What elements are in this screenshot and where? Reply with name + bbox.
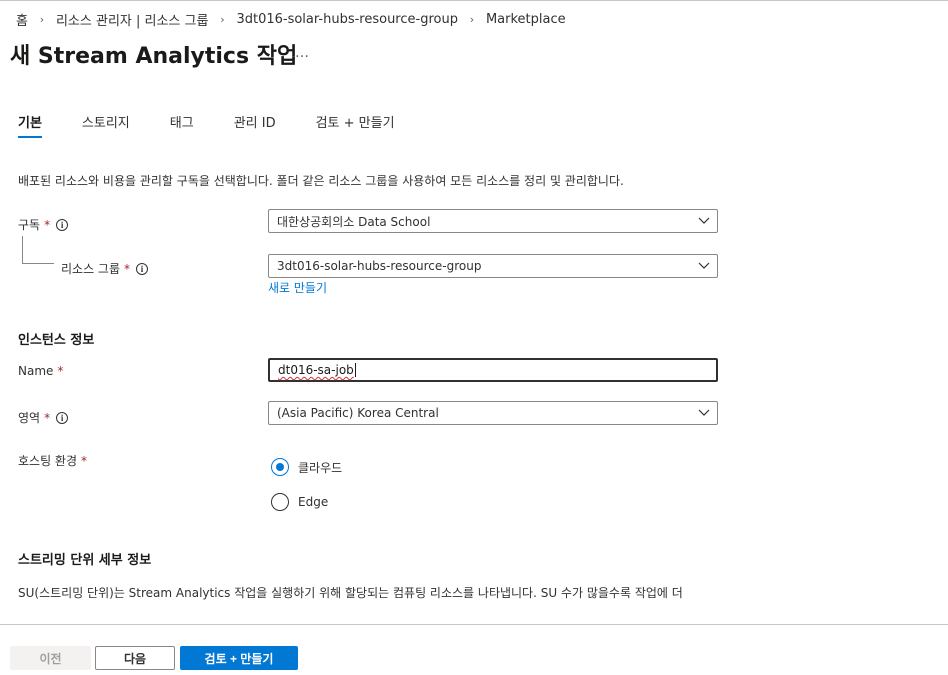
breadcrumb: 홈 › 리소스 관리자 | 리소스 그룹 › 3dt016-solar-hubs… <box>16 10 566 29</box>
breadcrumb-resource-groups[interactable]: 리소스 관리자 | 리소스 그룹 <box>56 10 208 29</box>
radio-button[interactable] <box>271 493 289 511</box>
chevron-right-icon: › <box>469 12 475 26</box>
subscription-dropdown[interactable]: 대한상공회의소 Data School <box>268 209 718 233</box>
resource-group-label-text: 리소스 그룹 <box>61 262 121 276</box>
required-marker: * <box>44 410 51 425</box>
text-caret <box>354 363 356 377</box>
hosting-option-cloud[interactable]: 클라우드 <box>271 458 342 476</box>
breadcrumb-home[interactable]: 홈 <box>16 10 28 29</box>
radio-button-selected[interactable] <box>271 458 289 476</box>
review-create-button[interactable]: 검토 + 만들기 <box>180 646 298 670</box>
streaming-description-overflow <box>18 600 718 607</box>
name-label-text: Name <box>18 364 54 378</box>
required-marker: * <box>81 453 88 468</box>
job-name-value: dt016-sa-job <box>278 363 354 377</box>
subscription-value: 대한상공회의소 Data School <box>277 214 431 229</box>
hosting-option-edge[interactable]: Edge <box>271 493 328 511</box>
region-label-text: 영역 <box>18 411 41 425</box>
next-button[interactable]: 다음 <box>95 646 175 670</box>
chevron-right-icon: › <box>39 12 45 26</box>
required-marker: * <box>57 364 64 378</box>
info-icon[interactable]: i <box>136 262 149 275</box>
top-border <box>0 0 948 1</box>
breadcrumb-marketplace[interactable]: Marketplace <box>486 12 566 27</box>
region-dropdown[interactable]: (Asia Pacific) Korea Central <box>268 401 718 425</box>
page-title: 새 Stream Analytics 작업 <box>10 44 298 69</box>
more-options-icon[interactable]: … <box>295 45 310 61</box>
subscription-label: 구독 * i <box>18 216 69 233</box>
hosting-label-text: 호스팅 환경 <box>18 454 78 468</box>
previous-button[interactable]: 이전 <box>10 646 91 670</box>
region-value: (Asia Pacific) Korea Central <box>277 406 439 420</box>
required-marker: * <box>44 217 51 232</box>
streaming-section-title: 스트리밍 단위 세부 정보 <box>18 553 152 568</box>
hosting-label: 호스팅 환경 * <box>18 452 87 469</box>
name-label: Name * <box>18 364 63 378</box>
region-label: 영역 * i <box>18 409 69 426</box>
project-description: 배포된 리소스와 비용을 관리할 구독을 선택합니다. 폴더 같은 리소스 그룹… <box>18 174 624 188</box>
tab-storage[interactable]: 스토리지 <box>82 112 130 142</box>
job-name-input[interactable]: dt016-sa-job <box>268 358 718 382</box>
create-new-resource-group-link[interactable]: 새로 만들기 <box>268 279 327 296</box>
tree-connector <box>22 236 54 264</box>
footer-divider <box>0 624 948 625</box>
chevron-down-icon <box>698 217 710 224</box>
chevron-right-icon: › <box>220 12 225 26</box>
instance-section-title: 인스턴스 정보 <box>18 333 95 348</box>
tab-tags[interactable]: 태그 <box>170 112 194 142</box>
resource-group-value: 3dt016-solar-hubs-resource-group <box>277 259 482 273</box>
tab-bar: 기본 스토리지 태그 관리 ID 검토 + 만들기 <box>18 112 435 142</box>
breadcrumb-resource-group[interactable]: 3dt016-solar-hubs-resource-group <box>236 12 458 27</box>
resource-group-dropdown[interactable]: 3dt016-solar-hubs-resource-group <box>268 254 718 278</box>
resource-group-label: 리소스 그룹 * i <box>61 260 149 277</box>
hosting-option-label: 클라우드 <box>298 460 343 475</box>
hosting-option-label: Edge <box>298 495 329 509</box>
streaming-description: SU(스트리밍 단위)는 Stream Analytics 작업을 실행하기 위… <box>18 586 683 600</box>
tab-basics[interactable]: 기본 <box>18 112 42 142</box>
subscription-label-text: 구독 <box>18 218 41 232</box>
chevron-down-icon <box>698 262 710 269</box>
required-marker: * <box>124 261 131 276</box>
chevron-down-icon <box>698 409 710 416</box>
tab-managed-identity[interactable]: 관리 ID <box>234 112 276 142</box>
tab-review-create[interactable]: 검토 + 만들기 <box>316 112 395 142</box>
info-icon[interactable]: i <box>56 218 69 231</box>
info-icon[interactable]: i <box>56 411 69 424</box>
